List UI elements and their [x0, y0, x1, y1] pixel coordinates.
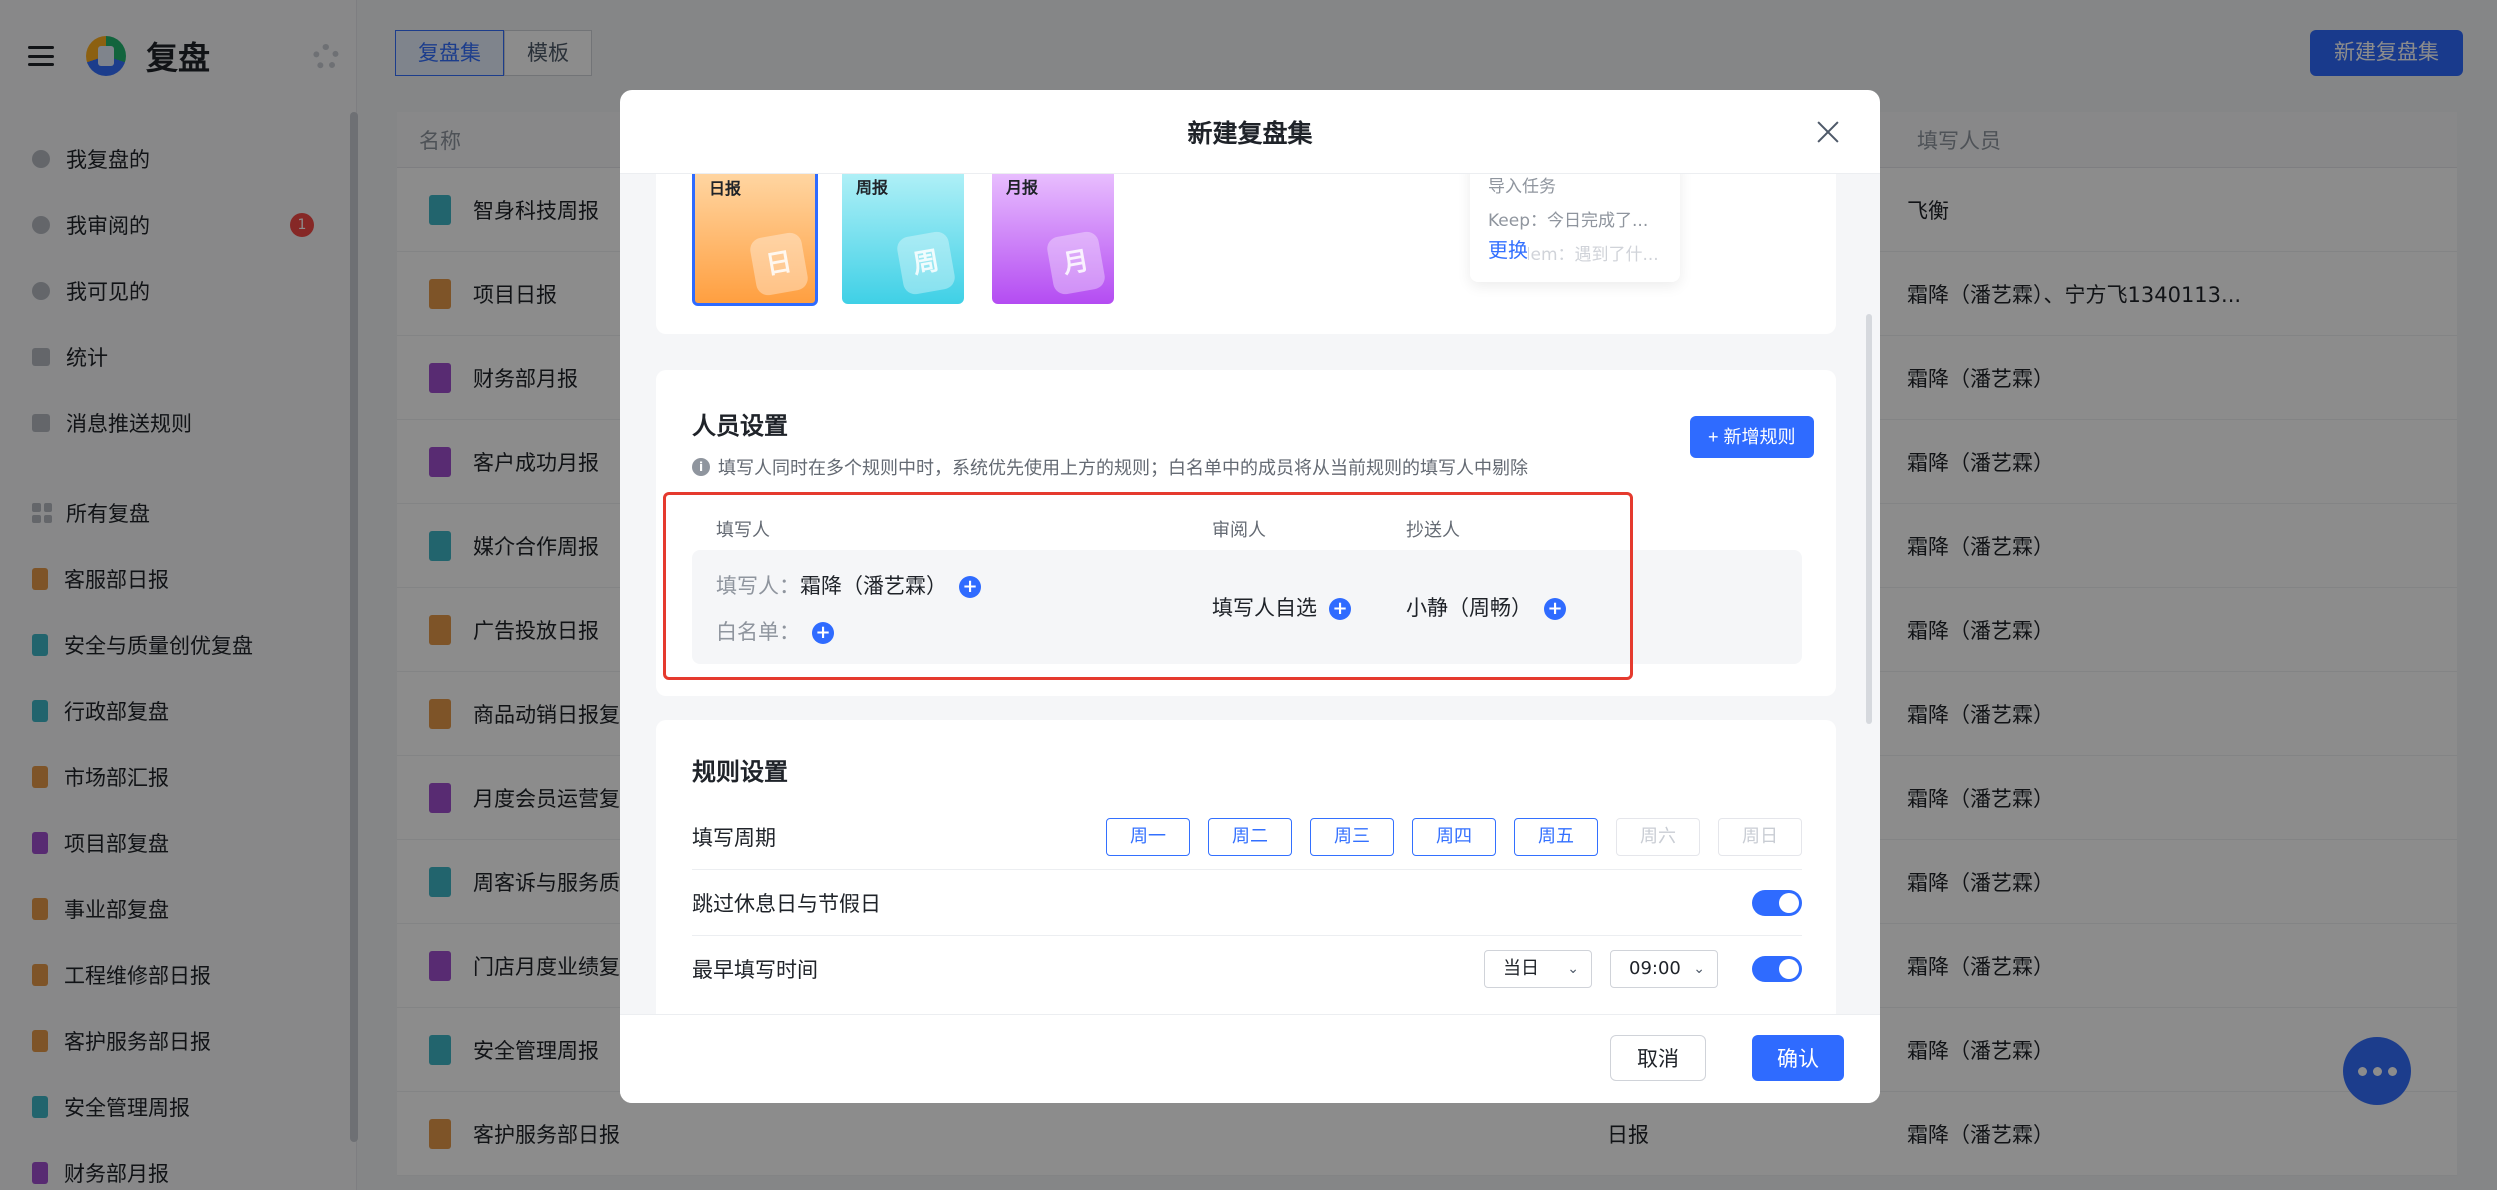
new-review-set-dialog: 新建复盘集 日报 日 周报 周 月报 月 导入任务 Keep：今日完成了... …	[620, 90, 1880, 1103]
chevron-down-icon: ⌄	[1693, 961, 1705, 977]
dialog-footer: 取消 确认	[620, 1014, 1880, 1103]
template-weekly[interactable]: 周报 周	[842, 174, 964, 304]
change-template-link[interactable]: 更换	[1488, 234, 1528, 263]
info-icon: i	[692, 458, 710, 476]
fill-cycle-label: 填写周期	[692, 825, 776, 850]
template-preview: 导入任务 Keep：今日完成了... Problem：遇到了什... 更换	[1470, 174, 1680, 282]
cancel-button[interactable]: 取消	[1610, 1035, 1706, 1081]
weekday-chip[interactable]: 周三	[1310, 817, 1394, 856]
earliest-time-row: 最早填写时间 当日 ⌄ 09:00 ⌄	[692, 936, 1802, 1002]
earliest-day-select[interactable]: 当日 ⌄	[1484, 950, 1592, 988]
fill-cycle-row: 填写周期 周一 周二 周三 周四 周五 周六 周日	[692, 804, 1802, 870]
weekday-selector: 周一 周二 周三 周四 周五 周六 周日	[1106, 817, 1802, 856]
people-settings-section: 人员设置 i 填写人同时在多个规则中时，系统优先使用上方的规则；白名单中的成员将…	[656, 370, 1836, 696]
weekday-chip[interactable]: 周四	[1412, 817, 1496, 856]
template-label: 周报	[856, 178, 889, 197]
rule-settings-section: 规则设置 填写周期 周一 周二 周三 周四 周五 周六 周日 跳过休息日与节假日 最早填写时…	[656, 720, 1836, 1014]
calendar-icon: 日	[748, 230, 810, 298]
dialog-scrollbar[interactable]	[1866, 314, 1872, 724]
earliest-day-value: 当日	[1503, 958, 1539, 979]
dialog-header: 新建复盘集	[620, 90, 1880, 174]
add-rule-button[interactable]: + 新增规则	[1690, 416, 1814, 458]
people-settings-title: 人员设置	[692, 412, 788, 440]
confirm-button[interactable]: 确认	[1752, 1035, 1844, 1081]
template-section: 日报 日 周报 周 月报 月 导入任务 Keep：今日完成了... Proble…	[656, 174, 1836, 334]
tip-text: 填写人同时在多个规则中时，系统优先使用上方的规则；白名单中的成员将从当前规则的填…	[718, 458, 1528, 479]
people-settings-tip: i 填写人同时在多个规则中时，系统优先使用上方的规则；白名单中的成员将从当前规则…	[692, 454, 1528, 480]
preview-line: Keep：今日完成了...	[1488, 211, 1649, 231]
weekday-chip[interactable]: 周日	[1718, 817, 1802, 856]
skip-holiday-label: 跳过休息日与节假日	[692, 891, 881, 916]
template-daily[interactable]: 日报 日	[692, 174, 818, 306]
earliest-time-toggle[interactable]	[1752, 956, 1802, 982]
calendar-icon: 月	[1045, 229, 1107, 297]
weekday-chip[interactable]: 周六	[1616, 817, 1700, 856]
rule-settings-title: 规则设置	[692, 758, 788, 786]
skip-holiday-row: 跳过休息日与节假日	[692, 870, 1802, 936]
template-monthly[interactable]: 月报 月	[992, 174, 1114, 304]
template-label: 月报	[1006, 178, 1039, 197]
skip-holiday-toggle[interactable]	[1752, 889, 1802, 916]
preview-line: 导入任务	[1488, 177, 1556, 197]
weekday-chip[interactable]: 周一	[1106, 817, 1190, 856]
close-icon[interactable]	[1816, 120, 1840, 144]
earliest-time-select[interactable]: 09:00 ⌄	[1610, 950, 1718, 988]
weekday-chip[interactable]: 周五	[1514, 817, 1598, 856]
calendar-icon: 周	[895, 229, 957, 297]
dialog-body: 日报 日 周报 周 月报 月 导入任务 Keep：今日完成了... Proble…	[620, 174, 1880, 1014]
dialog-title: 新建复盘集	[1187, 118, 1313, 148]
earliest-time-label: 最早填写时间	[692, 958, 818, 982]
earliest-time-value: 09:00	[1629, 958, 1681, 979]
template-label: 日报	[709, 179, 742, 198]
weekday-chip[interactable]: 周二	[1208, 817, 1292, 856]
highlight-box	[663, 492, 1633, 680]
chevron-down-icon: ⌄	[1567, 961, 1579, 977]
